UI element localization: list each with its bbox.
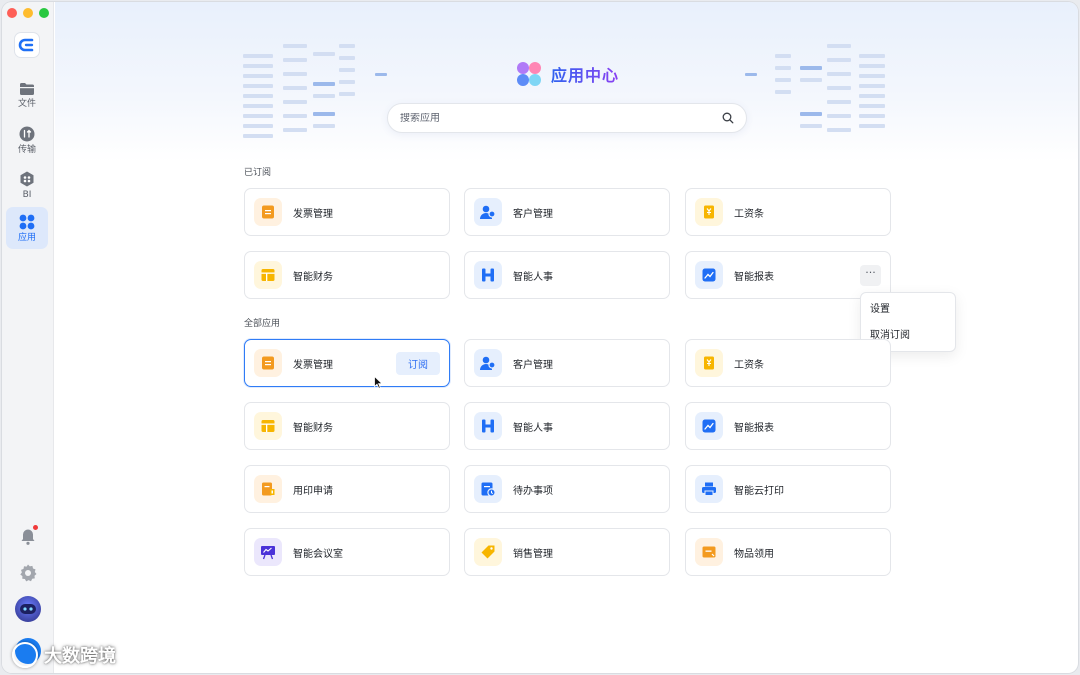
sidebar-item-files[interactable]: 文件	[6, 74, 48, 116]
card-label: 智能报表	[734, 271, 774, 283]
app-card-payslip[interactable]: 工资条	[685, 339, 891, 387]
sidebar-item-bi[interactable]: BI	[6, 164, 48, 206]
subscribe-button[interactable]: 订阅	[396, 352, 440, 375]
sidebar-item-transfer[interactable]: 传输	[6, 119, 48, 161]
watermark-text: 大数跨境	[44, 646, 116, 667]
sidebar: 文件 传输 BI 应用	[2, 2, 54, 673]
sidebar-item-label: 应用	[17, 232, 36, 243]
card-label: 工资条	[734, 359, 764, 371]
app-card-invoice[interactable]: 发票管理 订阅	[244, 339, 450, 387]
sidebar-item-label: 文件	[17, 98, 36, 109]
card-label: 客户管理	[513, 208, 553, 220]
mouse-cursor-icon	[374, 376, 383, 389]
subscribed-card-finance[interactable]: 智能财务	[244, 251, 450, 299]
customer-icon	[474, 349, 502, 377]
notification-dot	[33, 525, 38, 530]
search-input[interactable]	[400, 112, 722, 124]
sidebar-item-apps[interactable]: 应用	[6, 207, 48, 249]
card-label: 智能报表	[734, 422, 774, 434]
window-controls	[7, 8, 49, 18]
card-label: 发票管理	[293, 359, 333, 371]
app-card-printer[interactable]: 智能云打印	[685, 465, 891, 513]
apps-grid-icon	[19, 214, 35, 229]
app-card-goods[interactable]: 物品领用	[685, 528, 891, 576]
watermark-logo-icon	[12, 642, 38, 668]
seal-icon	[254, 475, 282, 503]
app-window: 文件 传输 BI 应用 应用中心 搜索应用 已订阅 发票管理 客户管理 工资条 …	[2, 2, 1078, 673]
sidebar-item-label: BI	[22, 189, 32, 200]
minimize-window-button[interactable]	[23, 8, 33, 18]
app-card-sales[interactable]: 销售管理	[464, 528, 670, 576]
search-icon[interactable]	[722, 112, 734, 124]
menu-item-settings[interactable]: 设置	[861, 297, 955, 323]
card-label: 智能人事	[513, 422, 553, 434]
logo-icon	[18, 38, 34, 52]
main-content: 应用中心 已订阅 发票管理 客户管理	[55, 2, 1078, 673]
card-label: 用印申请	[293, 485, 333, 497]
card-label: 智能财务	[293, 422, 333, 434]
gear-icon[interactable]	[18, 563, 38, 583]
transfer-icon	[19, 126, 35, 141]
sales-tag-icon	[474, 538, 502, 566]
card-label: 物品领用	[734, 548, 774, 560]
hr-icon	[474, 261, 502, 289]
printer-icon	[695, 475, 723, 503]
meeting-icon	[254, 538, 282, 566]
subscribed-card-invoice[interactable]: 发票管理	[244, 188, 450, 236]
subscribed-card-hr[interactable]: 智能人事	[464, 251, 670, 299]
bell-icon[interactable]	[18, 527, 38, 547]
payslip-icon	[695, 198, 723, 226]
watermark: 大数跨境	[12, 642, 116, 668]
app-card-hr[interactable]: 智能人事	[464, 402, 670, 450]
invoice-icon	[254, 349, 282, 377]
bi-icon	[20, 171, 34, 186]
close-window-button[interactable]	[7, 8, 17, 18]
app-card-meeting-room[interactable]: 智能会议室	[244, 528, 450, 576]
app-card-customer[interactable]: 客户管理	[464, 339, 670, 387]
more-options-button[interactable]: ···	[860, 265, 881, 286]
payslip-icon	[695, 349, 723, 377]
card-label: 智能财务	[293, 271, 333, 283]
folder-icon	[20, 82, 34, 95]
app-card-report[interactable]: 智能报表	[685, 402, 891, 450]
app-center-logo-icon	[517, 62, 541, 86]
page-title-text: 应用中心	[551, 62, 619, 86]
invoice-icon	[254, 198, 282, 226]
search-bar[interactable]	[387, 103, 747, 133]
user-avatar[interactable]	[15, 596, 41, 622]
subscribed-card-report[interactable]: 智能报表 ···	[685, 251, 891, 299]
goods-icon	[695, 538, 723, 566]
app-card-finance[interactable]: 智能财务	[244, 402, 450, 450]
finance-icon	[254, 412, 282, 440]
app-card-todo[interactable]: 待办事项	[464, 465, 670, 513]
card-label: 智能会议室	[293, 548, 343, 560]
section-title-all-apps: 全部应用	[244, 319, 281, 329]
card-label: 销售管理	[513, 548, 553, 560]
card-label: 发票管理	[293, 208, 333, 220]
section-title-subscribed: 已订阅	[244, 168, 272, 178]
maximize-window-button[interactable]	[39, 8, 49, 18]
robot-avatar-icon	[20, 604, 36, 614]
subscribed-card-payslip[interactable]: 工资条	[685, 188, 891, 236]
todo-icon	[474, 475, 502, 503]
finance-icon	[254, 261, 282, 289]
customer-icon	[474, 198, 502, 226]
card-label: 工资条	[734, 208, 764, 220]
app-logo[interactable]	[14, 32, 40, 58]
page-title: 应用中心	[515, 59, 619, 89]
card-label: 客户管理	[513, 359, 553, 371]
card-label: 智能云打印	[734, 485, 784, 497]
hr-icon	[474, 412, 502, 440]
report-icon	[695, 261, 723, 289]
report-icon	[695, 412, 723, 440]
subscribed-card-customer[interactable]: 客户管理	[464, 188, 670, 236]
app-card-seal[interactable]: 用印申请	[244, 465, 450, 513]
card-label: 待办事项	[513, 485, 553, 497]
card-label: 智能人事	[513, 271, 553, 283]
sidebar-item-label: 传输	[17, 144, 36, 155]
